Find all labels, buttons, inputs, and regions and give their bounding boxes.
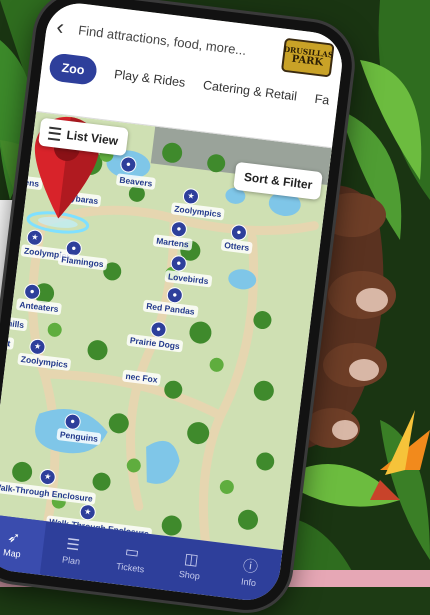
nav-plan[interactable]: ☰ Plan (39, 521, 105, 582)
ticket-icon: ▭ (124, 543, 141, 562)
back-arrow-icon[interactable]: ‹ (55, 14, 72, 40)
search-input[interactable]: Find attractions, food, more... (78, 22, 276, 61)
app-screen: ‹ Find attractions, food, more... DRUSIL… (0, 0, 346, 604)
park-logo: DRUSILLAS PARK (280, 37, 335, 78)
info-icon: ⓘ (241, 557, 259, 577)
nav-map-label: Map (2, 547, 22, 560)
sort-filter-label: Sort & Filter (243, 169, 314, 193)
tab-zoo[interactable]: Zoo (48, 52, 99, 86)
poi-label-et[interactable]: et (0, 336, 14, 350)
list-view-label: List View (65, 127, 119, 149)
bag-icon: ◫ (183, 550, 200, 569)
tab-catering-retail[interactable]: Catering & Retail (202, 78, 298, 103)
nav-plan-label: Plan (61, 554, 81, 567)
poi-label-hills[interactable]: hills (3, 316, 28, 332)
logo-line-2: PARK (291, 53, 324, 69)
nav-tickets[interactable]: ▭ Tickets (98, 528, 164, 589)
list-icon (47, 126, 62, 141)
compass-icon: ➶ (6, 528, 22, 548)
nav-shop[interactable]: ◫ Shop (158, 536, 224, 597)
plan-icon: ☰ (65, 535, 81, 555)
nav-map[interactable]: ➶ Map (0, 513, 46, 575)
tab-play-rides[interactable]: Play & Rides (113, 67, 186, 90)
nav-shop-label: Shop (178, 568, 201, 582)
nav-info[interactable]: ⓘ Info (217, 543, 283, 604)
park-map[interactable]: List View Sort & Filter ● Beavers ● Capy… (0, 110, 333, 551)
tab-more[interactable]: Fa (314, 92, 330, 108)
nav-info-label: Info (240, 576, 257, 589)
nav-tickets-label: Tickets (115, 561, 145, 575)
